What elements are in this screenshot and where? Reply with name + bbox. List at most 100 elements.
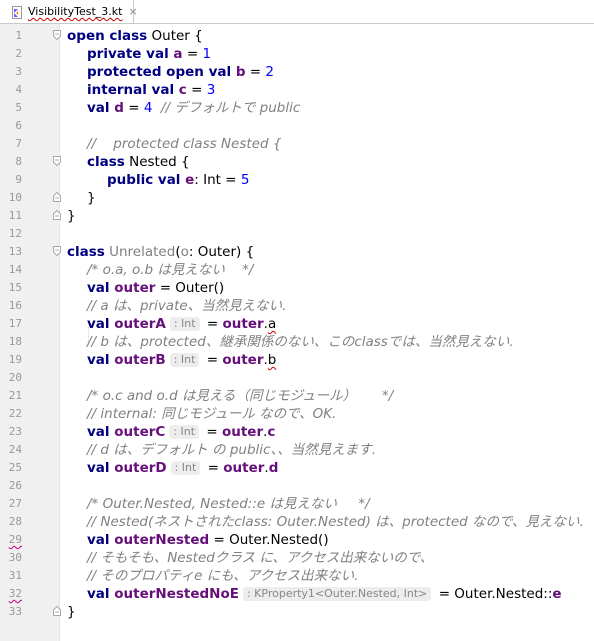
code-token: // a は、private、当然見えない. <box>87 298 287 314</box>
inlay-type-hint: : KProperty1<Outer.Nested, Int> <box>242 587 432 601</box>
code-line[interactable]: 20 <box>0 369 594 387</box>
code-text: protected open val b = 2 <box>87 63 274 81</box>
line-number: 16 <box>8 299 22 312</box>
code-token: b <box>267 352 277 368</box>
line-number: 9 <box>15 173 22 186</box>
code-token: outer <box>223 460 265 476</box>
code-token: } <box>67 604 76 620</box>
code-line[interactable]: 14 /* o.a, o.b は見えない */ <box>0 261 594 279</box>
code-token: class <box>87 154 125 170</box>
code-line[interactable]: 29 val outerNested = Outer.Nested() <box>0 531 594 549</box>
code-token: /* Outer.Nested, Nested::e は見えない */ <box>87 496 370 512</box>
code-line[interactable]: 3 protected open val b = 2 <box>0 63 594 81</box>
line-number: 7 <box>15 137 22 150</box>
code-line[interactable]: 15 val outer = Outer() <box>0 279 594 297</box>
fold-start-icon[interactable] <box>53 30 61 40</box>
code-token: Outer { <box>147 28 203 44</box>
code-token: e <box>180 172 195 188</box>
code-token: // internal: 同じモジュール なので、OK. <box>87 406 337 422</box>
code-text: open class Outer { <box>67 27 203 45</box>
code-line[interactable]: 5 val d = 4 // デフォルトで public <box>0 99 594 117</box>
line-number: 29 <box>8 533 22 546</box>
code-line[interactable]: 23 val outerC: Int = outer.c <box>0 423 594 441</box>
code-token: = <box>123 100 144 116</box>
line-number: 25 <box>8 461 22 474</box>
code-editor[interactable]: 1 open class Outer {2 private val a = 1 3 pr… <box>0 24 594 641</box>
code-token: val <box>87 424 110 440</box>
code-text: class Unrelated(o: Outer) { <box>67 243 254 261</box>
inlay-type-hint: : Int <box>169 425 200 439</box>
line-number: 26 <box>8 479 22 492</box>
code-token: outer <box>222 316 264 332</box>
code-token: c <box>267 424 276 440</box>
fold-start-icon[interactable] <box>53 156 61 166</box>
code-token: // b は、protected、継承関係のない、このclassでは、当然見えな… <box>87 334 514 350</box>
code-token: : Int = <box>194 172 241 188</box>
code-line[interactable]: 13 class Unrelated(o: Outer) { <box>0 243 594 261</box>
code-token: open class <box>67 28 148 44</box>
code-line[interactable]: 28 // Nested(ネストされたclass: Outer.Nested) は… <box>0 513 594 531</box>
code-line[interactable]: 2 private val a = 1 <box>0 45 594 63</box>
code-token: val <box>87 100 110 116</box>
code-token: } <box>67 208 76 224</box>
code-line[interactable]: 26 <box>0 477 594 495</box>
code-text: // Nested(ネストされたclass: Outer.Nested) は、p… <box>87 513 584 531</box>
code-line[interactable]: 6 <box>0 117 594 135</box>
code-token: outer <box>221 424 264 440</box>
code-line[interactable]: 27 /* Outer.Nested, Nested::e は見えない */ <box>0 495 594 513</box>
file-tab[interactable]: VisibilityTest_3.kt × <box>0 0 138 23</box>
code-line[interactable]: 17 val outerA: Int = outer.a <box>0 315 594 333</box>
code-line[interactable]: 10} <box>0 189 594 207</box>
code-token: /* o.a, o.b は見えない */ <box>87 262 254 278</box>
code-line[interactable]: 21 /* o.c and o.d は見える（同じモジュール） */ <box>0 387 594 405</box>
code-line[interactable]: 1 open class Outer { <box>0 27 594 45</box>
code-line[interactable]: 9 public val e: Int = 5 <box>0 171 594 189</box>
line-number: 20 <box>8 371 22 384</box>
code-line[interactable]: 11} <box>0 207 594 225</box>
code-line[interactable]: 7 // protected class Nested { <box>0 135 594 153</box>
code-token: val <box>87 460 110 476</box>
code-token: o <box>180 244 189 260</box>
line-number: 27 <box>8 497 22 510</box>
code-token: outerD <box>109 460 167 476</box>
line-number: 5 <box>15 101 22 114</box>
code-line[interactable]: 30 // そもそも、Nestedクラス に、アクセス出来ないので、 <box>0 549 594 567</box>
code-token: b <box>231 64 246 80</box>
code-line[interactable]: 4 internal val c = 3 <box>0 81 594 99</box>
line-number: 10 <box>8 191 22 204</box>
code-line[interactable]: 19 val outerB: Int = outer.b <box>0 351 594 369</box>
code-line[interactable]: 31 // そのプロパティe にも、アクセス出来ない. <box>0 567 594 585</box>
code-line[interactable]: 24 // d は、デフォルト の public、、当然見えます. <box>0 441 594 459</box>
fold-end-icon[interactable] <box>53 210 61 220</box>
code-line[interactable]: 16 // a は、private、当然見えない. <box>0 297 594 315</box>
code-text: val outer = Outer() <box>87 279 224 297</box>
line-number: 30 <box>8 551 22 564</box>
code-text: /* Outer.Nested, Nested::e は見えない */ <box>87 495 370 513</box>
code-line[interactable]: 8 class Nested { <box>0 153 594 171</box>
code-token: internal val <box>87 82 175 98</box>
code-token: = Outer() <box>155 280 225 296</box>
code-line[interactable]: 22 // internal: 同じモジュール なので、OK. <box>0 405 594 423</box>
code-line[interactable]: 32 val outerNestedNoE: KProperty1<Outer.N… <box>0 585 594 603</box>
code-line[interactable]: 33} <box>0 603 594 621</box>
code-token: } <box>87 190 96 206</box>
code-line[interactable]: 25 val outerD: Int = outer.d <box>0 459 594 477</box>
code-text: // protected class Nested { <box>87 135 281 153</box>
line-number: 17 <box>8 317 22 330</box>
code-token: outer <box>222 352 264 368</box>
line-number: 31 <box>8 569 22 582</box>
code-text: // b は、protected、継承関係のない、このclassでは、当然見えな… <box>87 333 514 351</box>
code-text: } <box>87 189 96 207</box>
line-number: 28 <box>8 515 22 528</box>
code-line[interactable]: 12 <box>0 225 594 243</box>
fold-end-icon[interactable] <box>53 192 61 202</box>
fold-start-icon[interactable] <box>53 246 61 256</box>
line-number: 33 <box>8 605 22 618</box>
fold-end-icon[interactable] <box>53 606 61 616</box>
code-line[interactable]: 18 // b は、protected、継承関係のない、このclassでは、当然見… <box>0 333 594 351</box>
code-token: val <box>87 532 110 548</box>
inlay-type-hint: : Int <box>169 353 200 367</box>
code-text: // d は、デフォルト の public、、当然見えます. <box>87 441 376 459</box>
close-icon[interactable]: × <box>128 6 137 17</box>
code-token: = <box>202 316 223 332</box>
